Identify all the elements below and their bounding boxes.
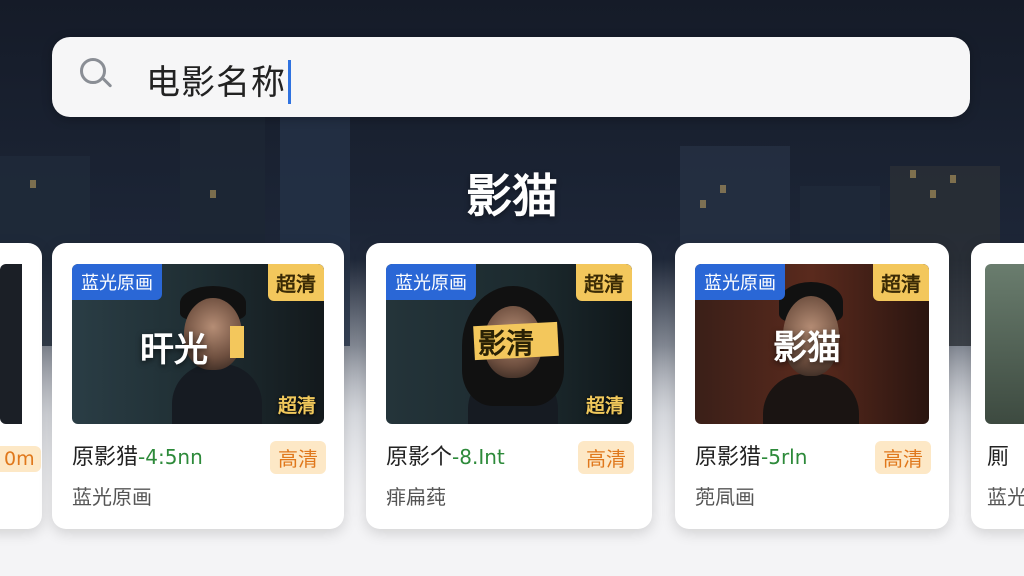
poster-quality-label: 超清 (277, 395, 316, 417)
movie-poster: 旰光 蓝光原画 超清 超清 (72, 264, 324, 424)
poster-title: 旰光 (140, 330, 208, 370)
poster-quality-label: 超清 (585, 395, 624, 417)
text-caret (288, 59, 291, 104)
movie-subtitle: 蔸凬画 (695, 485, 755, 509)
bluray-badge: 蓝光原画 (386, 264, 476, 300)
poster-title: 影清 (478, 327, 535, 360)
uhd-badge: 超清 (576, 264, 632, 301)
movie-title: 原影猎-5rln (695, 445, 808, 470)
search-input[interactable]: 电影名称 (146, 55, 291, 107)
movie-subtitle: 蓝光原画 (72, 485, 152, 509)
movie-subtitle-partial: 蓝光 (987, 485, 1024, 509)
movie-poster: 影猫 蓝光原画 超清 (695, 264, 929, 424)
movie-poster: 影清 蓝光原画 超清 超清 (386, 264, 632, 424)
uhd-badge: 超清 (873, 264, 929, 301)
movie-card[interactable]: 影猫 蓝光原画 超清 原影猎-5rln 高清 蔸凬画 (675, 243, 949, 529)
uhd-badge: 超清 (268, 264, 324, 301)
brand-title: 影猫 (466, 169, 558, 223)
bluray-badge: 蓝光原画 (695, 264, 785, 300)
quality-tag: 高清 (875, 441, 931, 474)
movie-title: 原影个-8.Int (386, 445, 505, 470)
quality-tag: 高清 (578, 441, 634, 474)
movie-title: 原影猎-4:5nn (72, 445, 203, 470)
movie-card-partial-right[interactable]: 厠 蓝光 (971, 243, 1024, 529)
search-icon[interactable] (80, 58, 106, 84)
movie-card-partial-left[interactable] (0, 243, 42, 529)
movie-title-partial: 厠 (987, 445, 1010, 470)
quality-tag: 高清 (270, 441, 326, 474)
poster-title: 影猫 (773, 328, 841, 368)
movie-card[interactable]: 旰光 蓝光原画 超清 超清 原影猎-4:5nn 高清 蓝光原画 (52, 243, 344, 529)
quality-tag-partial: 0m (0, 446, 41, 472)
movie-subtitle: 痱扁莼 (386, 485, 446, 509)
movie-card[interactable]: 影清 蓝光原画 超清 超清 原影个-8.Int 高清 痱扁莼 (366, 243, 652, 529)
bluray-badge: 蓝光原画 (72, 264, 162, 300)
